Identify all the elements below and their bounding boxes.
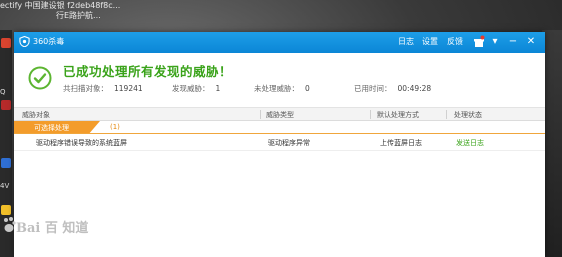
- send-log-link[interactable]: 发送日志: [456, 138, 484, 148]
- col-status[interactable]: 处理状态: [454, 110, 482, 120]
- feedback-link[interactable]: 反馈: [447, 36, 463, 48]
- log-link[interactable]: 日志: [398, 36, 414, 48]
- cell-object: 驱动程序错误导致的系统蓝屏: [36, 139, 127, 147]
- title-bar[interactable]: 360杀毒 日志 设置 反馈 ▾ − ✕: [14, 32, 545, 53]
- antivirus-window: 360杀毒 日志 设置 反馈 ▾ − ✕ 已成功处理所有发现的威胁！ 共扫描对象…: [14, 32, 545, 257]
- desktop-app-icon[interactable]: [1, 38, 11, 48]
- table-row[interactable]: 驱动程序错误导致的系统蓝屏 驱动程序异常 上传蓝屏日志 发送日志: [14, 134, 545, 151]
- success-check-icon: [28, 66, 52, 90]
- threat-table: 威胁对象 威胁类型 默认处理方式 处理状态 可选择处理 (1) 驱动程序错误导致…: [14, 108, 545, 151]
- desktop-app-icon[interactable]: [1, 158, 11, 168]
- stat-unhandled: 未处理威胁： 0: [254, 84, 310, 93]
- desktop-label-1: ectify 中国建设银 f2deb48f8c...: [0, 1, 121, 10]
- scan-summary: 已成功处理所有发现的威胁！ 共扫描对象： 119241 发现威胁： 1 未处理威胁：…: [14, 53, 545, 108]
- settings-link[interactable]: 设置: [422, 36, 438, 48]
- desktop-left-label: 4V: [0, 182, 10, 190]
- col-threat-type[interactable]: 威胁类型: [266, 110, 294, 120]
- stat-scanned: 共扫描对象： 119241: [63, 84, 143, 93]
- close-button[interactable]: ✕: [524, 35, 538, 49]
- desktop-app-icon[interactable]: [1, 100, 11, 110]
- table-header: 威胁对象 威胁类型 默认处理方式 处理状态: [14, 108, 545, 121]
- cell-action: 上传蓝屏日志: [380, 139, 422, 147]
- desktop-label-2: 行E路护航...: [56, 11, 101, 20]
- dropdown-arrow-icon[interactable]: ▾: [488, 35, 502, 49]
- stat-threats-found: 发现威胁： 1: [172, 84, 221, 93]
- paw-icon: [4, 217, 16, 232]
- col-default-action[interactable]: 默认处理方式: [377, 110, 419, 120]
- cell-type: 驱动程序异常: [268, 139, 310, 147]
- col-threat-object[interactable]: 威胁对象: [22, 110, 50, 120]
- desktop-right-edge: [542, 30, 562, 257]
- app-title: 360杀毒: [33, 37, 65, 46]
- watermark-text: Bai 百 知道: [16, 221, 89, 236]
- result-headline: 已成功处理所有发现的威胁！: [63, 64, 233, 79]
- group-label: 可选择处理: [34, 124, 69, 132]
- minimize-button[interactable]: −: [506, 35, 520, 49]
- stat-elapsed-time: 已用时间： 00:49:28: [354, 84, 432, 93]
- desktop-left-label: Q: [0, 88, 6, 96]
- gift-icon[interactable]: [472, 35, 486, 49]
- group-optional[interactable]: 可选择处理 (1): [14, 121, 545, 134]
- group-count: (1): [110, 123, 120, 131]
- 360-logo-icon: [19, 36, 30, 47]
